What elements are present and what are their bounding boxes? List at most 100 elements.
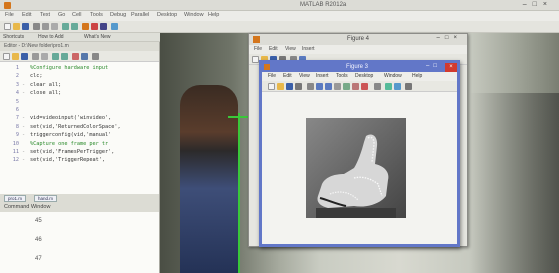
- code-line[interactable]: 12- set(vid,'TriggerRepeat',: [0, 156, 159, 164]
- zoom-in-icon[interactable]: [316, 83, 323, 90]
- code-line[interactable]: 4- close all;: [0, 89, 159, 97]
- code-line[interactable]: 9- triggerconfig(vid,'manual': [0, 131, 159, 139]
- menu-cell[interactable]: Cell: [72, 12, 81, 18]
- new-file-icon[interactable]: [268, 83, 275, 90]
- editor-new-icon[interactable]: [3, 53, 10, 60]
- new-file-icon[interactable]: [252, 56, 259, 63]
- cut-icon[interactable]: [33, 23, 40, 30]
- paste-icon[interactable]: [51, 23, 58, 30]
- colorbar-icon[interactable]: [385, 83, 392, 90]
- menu-help[interactable]: Help: [208, 12, 219, 18]
- copy-icon[interactable]: [42, 23, 49, 30]
- fig3-menu-tools[interactable]: Tools: [336, 73, 348, 79]
- figure-icon: [264, 64, 270, 70]
- editor-run-icon[interactable]: [72, 53, 79, 60]
- close-icon[interactable]: ×: [543, 1, 553, 8]
- editor-copy-icon[interactable]: [41, 53, 48, 60]
- pointer-icon[interactable]: [307, 83, 314, 90]
- code-line[interactable]: 2 clc;: [0, 72, 159, 80]
- menu-edit[interactable]: Edit: [22, 12, 31, 18]
- figure-icon: [253, 36, 260, 43]
- fig3-menu-window[interactable]: Window: [384, 73, 402, 79]
- code-line[interactable]: 8- set(vid,'ReturnedColorSpace',: [0, 123, 159, 131]
- open-folder-icon[interactable]: [277, 83, 284, 90]
- menu-text[interactable]: Text: [40, 12, 50, 18]
- rotate-icon[interactable]: [343, 83, 350, 90]
- guide-icon[interactable]: [91, 23, 98, 30]
- menu-desktop[interactable]: Desktop: [157, 12, 177, 18]
- menu-debug[interactable]: Debug: [110, 12, 126, 18]
- menu-window[interactable]: Window: [184, 12, 204, 18]
- minimize-icon[interactable]: –: [523, 1, 533, 8]
- pan-icon[interactable]: [334, 83, 341, 90]
- link-icon[interactable]: [374, 83, 381, 90]
- fig3-menu-file[interactable]: File: [268, 73, 276, 79]
- redo-icon[interactable]: [71, 23, 78, 30]
- figure-4-title-bar[interactable]: Figure 4 –□×: [249, 34, 467, 45]
- window-controls: –□×: [523, 1, 553, 8]
- save-icon[interactable]: [286, 83, 293, 90]
- main-toolbar: [0, 21, 559, 33]
- fig3-menu-insert[interactable]: Insert: [316, 73, 329, 79]
- editor-save-icon[interactable]: [21, 53, 28, 60]
- code-line[interactable]: 7- vid=videoinput('winvideo',: [0, 114, 159, 122]
- command-window[interactable]: Command Window 45 46 47: [0, 203, 160, 273]
- simulink-icon[interactable]: [82, 23, 89, 30]
- editor-tab-hand[interactable]: hand.m: [34, 195, 58, 202]
- editor-undo-icon[interactable]: [52, 53, 59, 60]
- menu-go[interactable]: Go: [58, 12, 65, 18]
- line-number: 3: [15, 81, 19, 88]
- profiler-icon[interactable]: [100, 23, 107, 30]
- data-cursor-icon[interactable]: [352, 83, 359, 90]
- menu-file[interactable]: File: [5, 12, 14, 18]
- editor-find-icon[interactable]: [81, 53, 88, 60]
- save-icon[interactable]: [22, 23, 29, 30]
- brush-icon[interactable]: [361, 83, 368, 90]
- editor-debug-icon[interactable]: [92, 53, 99, 60]
- plot-tools-icon[interactable]: [405, 83, 412, 90]
- maximize-icon[interactable]: □: [433, 63, 441, 69]
- figure-3-title-bar[interactable]: Figure 3 –□ ×: [262, 63, 457, 72]
- fig3-menu-help[interactable]: Help: [412, 73, 422, 79]
- figure-3-toolbar: [262, 81, 457, 92]
- figure-3-window[interactable]: Figure 3 –□ × File Edit View Insert Tool…: [259, 60, 460, 247]
- editor-tab-pro1[interactable]: pro1.m: [4, 195, 27, 202]
- menu-parallel[interactable]: Parallel: [131, 12, 149, 18]
- code-line[interactable]: 6: [0, 106, 159, 114]
- menu-tools[interactable]: Tools: [90, 12, 103, 18]
- code-line[interactable]: 5: [0, 98, 159, 106]
- matlab-logo-icon: [4, 2, 11, 9]
- editor-redo-icon[interactable]: [61, 53, 68, 60]
- code-line[interactable]: 1 %Configure hardware input: [0, 64, 159, 72]
- close-icon[interactable]: ×: [445, 63, 457, 72]
- code-line[interactable]: 3- clear all;: [0, 81, 159, 89]
- legend-icon[interactable]: [394, 83, 401, 90]
- shortcuts-label[interactable]: Shortcuts: [3, 34, 24, 40]
- help-icon[interactable]: [111, 23, 118, 30]
- fig3-menu-desktop[interactable]: Desktop: [355, 73, 373, 79]
- zoom-out-icon[interactable]: [325, 83, 332, 90]
- fig4-menu-file[interactable]: File: [254, 46, 262, 52]
- code-line[interactable]: 11- set(vid,'FramesPerTrigger',: [0, 148, 159, 156]
- hand-image-axes[interactable]: [306, 118, 406, 218]
- undo-icon[interactable]: [62, 23, 69, 30]
- fig4-menu-insert[interactable]: Insert: [302, 46, 315, 52]
- open-folder-icon[interactable]: [13, 23, 20, 30]
- code-line[interactable]: 10 %Capture one frame per tr: [0, 140, 159, 148]
- fig4-menu-view[interactable]: View: [285, 46, 296, 52]
- fig3-menu-edit[interactable]: Edit: [283, 73, 292, 79]
- editor-title: Editor - D:\New folder\pro1.m: [0, 42, 159, 51]
- fig3-menu-view[interactable]: View: [299, 73, 310, 79]
- close-icon[interactable]: ×: [453, 35, 462, 41]
- minimize-icon[interactable]: –: [437, 35, 445, 41]
- code-area[interactable]: 1 %Configure hardware input 2 clc; 3- clear…: [0, 62, 159, 165]
- whats-new-link[interactable]: What's New: [84, 34, 111, 40]
- editor-tab-strip: pro1.m hand.m: [0, 194, 160, 203]
- editor-cut-icon[interactable]: [32, 53, 39, 60]
- editor-open-icon[interactable]: [12, 53, 19, 60]
- how-to-add-link[interactable]: How to Add: [38, 34, 64, 40]
- print-icon[interactable]: [295, 83, 302, 90]
- fig4-menu-edit[interactable]: Edit: [269, 46, 278, 52]
- new-file-icon[interactable]: [4, 23, 11, 30]
- maximize-icon[interactable]: □: [533, 1, 543, 8]
